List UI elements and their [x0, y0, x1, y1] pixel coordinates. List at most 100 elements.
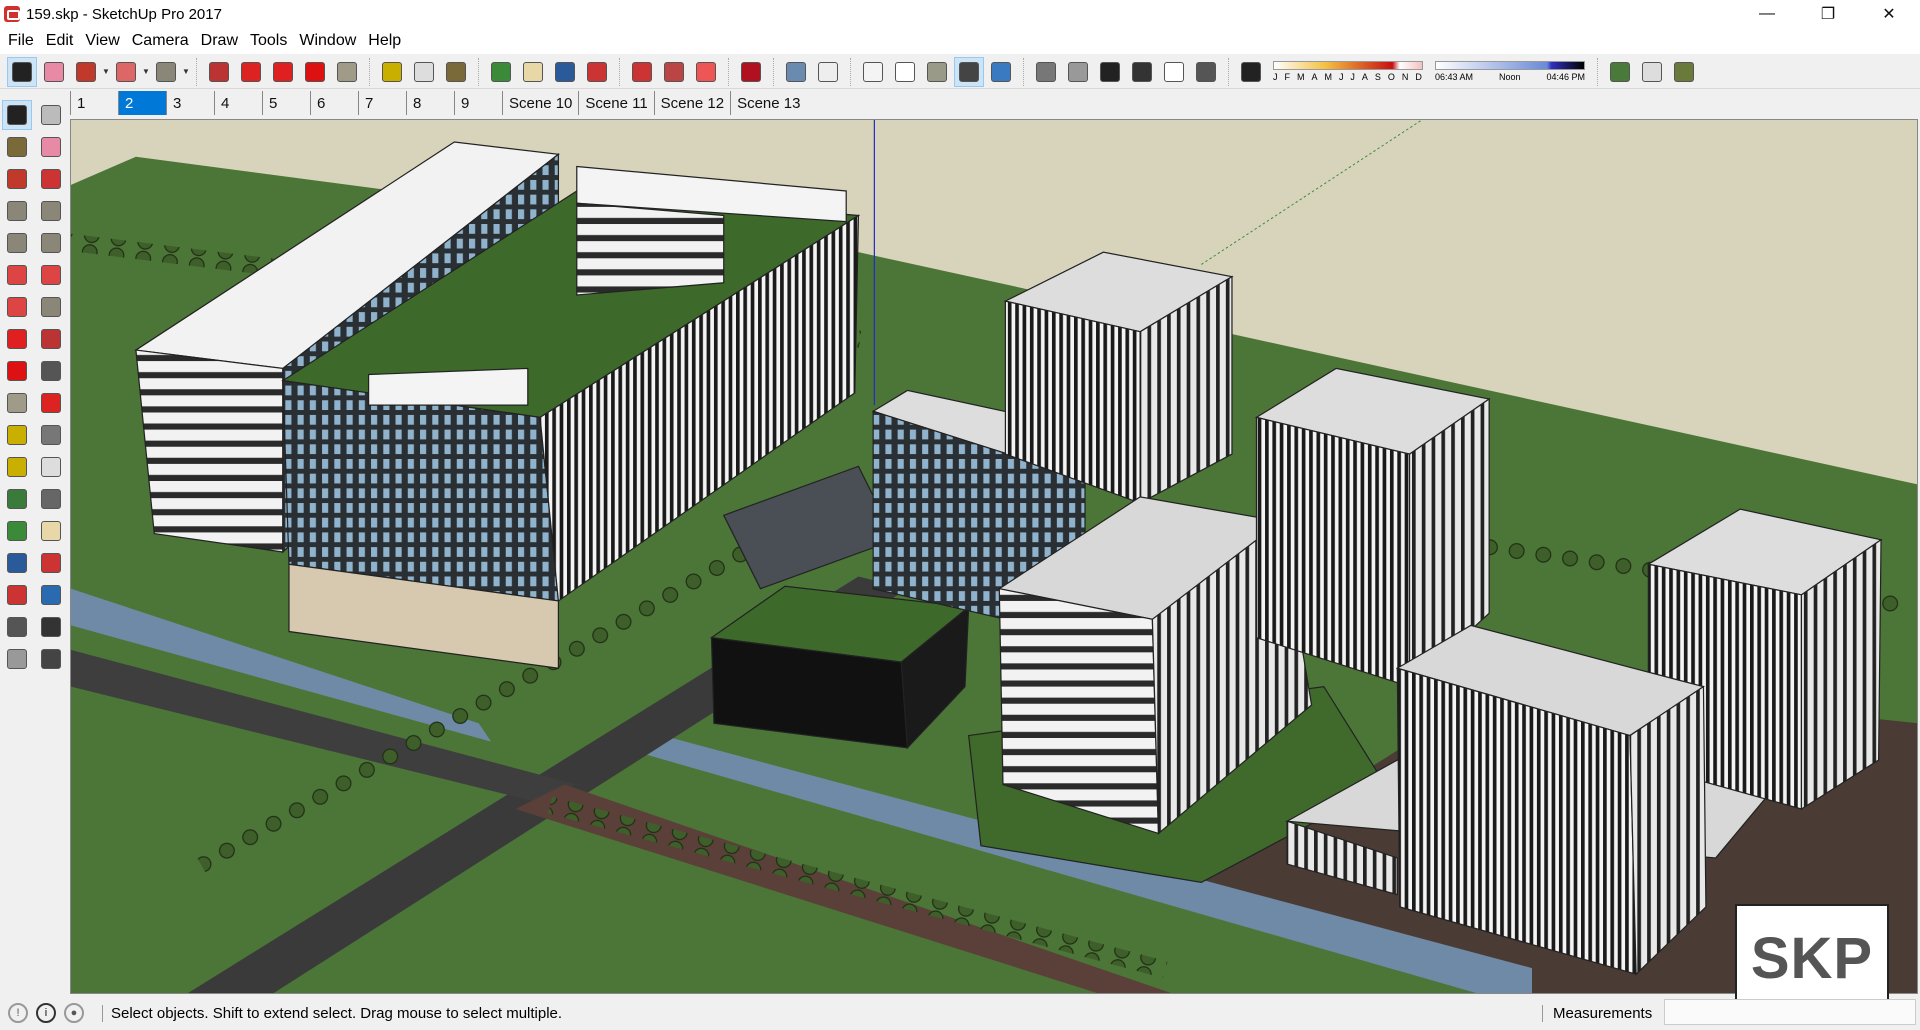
tape-measure-button[interactable]: [377, 57, 407, 87]
left-view-button[interactable]: [1191, 57, 1221, 87]
dropdown-arrow-icon[interactable]: ▼: [182, 67, 190, 76]
xray-button[interactable]: [781, 57, 811, 87]
paint-bucket-tool[interactable]: [2, 132, 32, 162]
back-view-button[interactable]: [1159, 57, 1189, 87]
circle-tool[interactable]: [2, 228, 32, 258]
scene-tab[interactable]: 2: [118, 91, 166, 115]
credits-info-icon[interactable]: i: [36, 1003, 56, 1023]
scene-tab[interactable]: 8: [406, 91, 454, 115]
polygon-arc-button[interactable]: [111, 57, 141, 87]
monochrome-button[interactable]: [986, 57, 1016, 87]
walk-tool[interactable]: [2, 644, 32, 674]
freehand-tool[interactable]: [36, 164, 66, 194]
minimize-button[interactable]: —: [1744, 0, 1790, 28]
add-location-button[interactable]: [1605, 57, 1635, 87]
time-slider-track[interactable]: [1435, 61, 1585, 70]
dimension-tool[interactable]: [36, 420, 66, 450]
scene-tab[interactable]: Scene 13: [730, 91, 806, 115]
paint-bucket-button[interactable]: [441, 57, 471, 87]
pan-tool[interactable]: [36, 516, 66, 546]
iso-view-button[interactable]: [1031, 57, 1061, 87]
position-camera-tool[interactable]: [2, 612, 32, 642]
three-point-arc-tool[interactable]: [2, 292, 32, 322]
pencil-line-button[interactable]: [71, 57, 101, 87]
rotated-rectangle-tool[interactable]: [36, 196, 66, 226]
move-tool[interactable]: [2, 324, 32, 354]
arc-tool[interactable]: [2, 260, 32, 290]
scene-tab[interactable]: Scene 12: [653, 91, 730, 115]
ruby-console-button[interactable]: [736, 57, 766, 87]
zoom-window-tool[interactable]: [36, 548, 66, 578]
date-slider-track[interactable]: [1273, 61, 1423, 70]
protractor-tool[interactable]: [2, 452, 32, 482]
select-tool[interactable]: [2, 100, 32, 130]
scale-tool[interactable]: [2, 388, 32, 418]
scene-tab[interactable]: 3: [166, 91, 214, 115]
menu-tools[interactable]: Tools: [244, 32, 293, 50]
zoom-button[interactable]: [550, 57, 580, 87]
make-component-tool[interactable]: [36, 100, 66, 130]
menu-view[interactable]: View: [79, 32, 125, 50]
eraser-button[interactable]: [39, 57, 69, 87]
scene-tab[interactable]: 1: [70, 91, 118, 115]
time-slider[interactable]: 06:43 AM Noon 04:46 PM: [1435, 57, 1585, 87]
geolocation-icon[interactable]: !: [8, 1003, 28, 1023]
line-tool[interactable]: [2, 164, 32, 194]
zoom-extents-button[interactable]: [582, 57, 612, 87]
scene-tab[interactable]: 4: [214, 91, 262, 115]
front-view-button[interactable]: [1095, 57, 1125, 87]
close-button[interactable]: ✕: [1866, 0, 1912, 28]
menu-window[interactable]: Window: [293, 32, 362, 50]
date-slider[interactable]: JFMAMJJASOND: [1273, 57, 1423, 87]
text-button[interactable]: [409, 57, 439, 87]
measurements-input[interactable]: [1664, 999, 1916, 1025]
tape-measure-tool[interactable]: [2, 420, 32, 450]
orbit-button[interactable]: [486, 57, 516, 87]
back-edges-button[interactable]: [813, 57, 843, 87]
show-terrain-button[interactable]: [1637, 57, 1667, 87]
axes-tool[interactable]: [2, 484, 32, 514]
text-tool[interactable]: [36, 452, 66, 482]
3d-text-tool[interactable]: [36, 484, 66, 514]
maximize-button[interactable]: ❐: [1805, 0, 1851, 28]
follow-me-button[interactable]: [236, 57, 266, 87]
dropdown-arrow-icon[interactable]: ▼: [142, 67, 150, 76]
scene-tab[interactable]: Scene 11: [578, 91, 653, 115]
model-viewport[interactable]: [70, 119, 1918, 994]
scene-tab[interactable]: 5: [262, 91, 310, 115]
3d-warehouse-button[interactable]: [627, 57, 657, 87]
hidden-line-button[interactable]: [890, 57, 920, 87]
top-view-button[interactable]: [1063, 57, 1093, 87]
eraser-tool[interactable]: [36, 132, 66, 162]
pan-button[interactable]: [518, 57, 548, 87]
menu-camera[interactable]: Camera: [126, 32, 195, 50]
rotate-tool[interactable]: [2, 356, 32, 386]
rectangle-tool[interactable]: [2, 196, 32, 226]
shadows-toggle-button[interactable]: [1236, 57, 1266, 87]
move-button[interactable]: [268, 57, 298, 87]
push-pull-tool[interactable]: [36, 324, 66, 354]
push-pull-button[interactable]: [204, 57, 234, 87]
follow-me-tool[interactable]: [36, 356, 66, 386]
shaded-with-textures-button[interactable]: [954, 56, 984, 87]
previous-view-tool[interactable]: [36, 580, 66, 610]
wireframe-button[interactable]: [858, 57, 888, 87]
user-account-icon[interactable]: ●: [64, 1003, 84, 1023]
menu-help[interactable]: Help: [362, 32, 407, 50]
orbit-tool[interactable]: [2, 516, 32, 546]
scene-tab[interactable]: 7: [358, 91, 406, 115]
zoom-tool[interactable]: [2, 548, 32, 578]
offset-tool[interactable]: [36, 388, 66, 418]
shaded-button[interactable]: [922, 57, 952, 87]
menu-edit[interactable]: Edit: [40, 32, 80, 50]
send-to-layout-button[interactable]: [691, 57, 721, 87]
menu-draw[interactable]: Draw: [195, 32, 244, 50]
scene-tab[interactable]: Scene 10: [502, 91, 578, 115]
rectangle-button[interactable]: [151, 57, 181, 87]
scene-tab[interactable]: 9: [454, 91, 502, 115]
scale-button[interactable]: [332, 57, 362, 87]
two-point-arc-tool[interactable]: [36, 260, 66, 290]
select-button[interactable]: [7, 56, 37, 87]
section-plane-tool[interactable]: [36, 644, 66, 674]
rotate-button[interactable]: [300, 57, 330, 87]
